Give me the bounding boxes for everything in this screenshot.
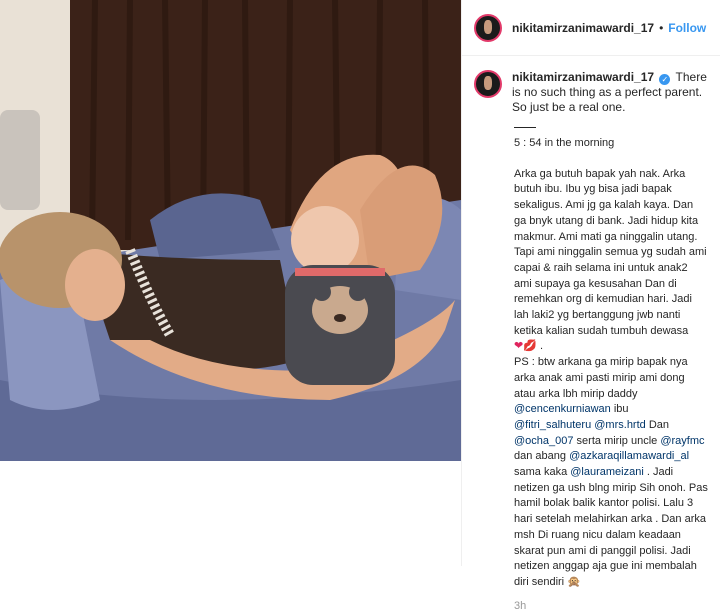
header-username[interactable]: nikitamirzanimawardi_17 [512, 21, 654, 35]
caption-text-fragment: sama kaka [514, 466, 571, 479]
verified-badge-icon: ✓ [659, 74, 671, 85]
caption-ps: PS : btw arkana ga mirip bapak nya arka … [514, 355, 708, 591]
caption-avatar[interactable] [474, 70, 502, 98]
mention-link[interactable]: @ocha_007 [514, 435, 574, 447]
mention-link[interactable]: @fitri_salhuteru [514, 419, 591, 431]
follow-button[interactable]: Follow [668, 21, 706, 35]
caption-headline: nikitamirzanimawardi_17 ✓ There is no su… [512, 70, 707, 115]
caption-body: 5 : 54 in the morning Arka ga butuh bapa… [514, 127, 708, 591]
heart-emoji-icon: ❤ [514, 340, 524, 353]
post-header: nikitamirzanimawardi_17 • Follow [462, 0, 720, 56]
post-time-ago: 3h [514, 599, 527, 612]
caption-text-fragment: Dan [645, 418, 670, 431]
mention-link[interactable]: @rayfmc [660, 435, 704, 447]
caption-ps-b: . Jadi netizen ga ush blng mirip Sih ono… [514, 466, 708, 588]
separator-dot: • [659, 20, 664, 35]
caption-username[interactable]: nikitamirzanimawardi_17 [512, 70, 654, 84]
post-photo-area [0, 0, 461, 566]
caption-text-fragment: serta mirip uncle [573, 434, 661, 447]
kiss-emoji-icon: 💋 [523, 340, 537, 353]
caption-ps-a: PS : btw arkana ga mirip bapak nya arka … [514, 356, 688, 400]
mention-link[interactable]: @azkaraqillamawardi_al [569, 450, 689, 462]
caption-divider [514, 127, 536, 128]
caption-time-line: 5 : 54 in the morning [514, 137, 615, 149]
caption-paragraph-1: Arka ga butuh bapak yah nak. Arka butuh … [514, 167, 707, 353]
caption-paragraph-1-text: Arka ga butuh bapak yah nak. Arka butuh … [514, 167, 707, 337]
mention-link[interactable]: @cencenkurniawan [514, 403, 611, 415]
avatar[interactable] [474, 13, 502, 42]
mention-link[interactable]: @laurameizani [570, 466, 644, 478]
mention-link[interactable]: @mrs.hrtd [594, 419, 646, 431]
caption-area: nikitamirzanimawardi_17 ✓ There is no su… [462, 56, 720, 612]
caption-header: nikitamirzanimawardi_17 ✓ There is no su… [474, 70, 708, 115]
instagram-post-view: nikitamirzanimawardi_17 • Follow nikitam… [0, 0, 720, 612]
post-photo[interactable] [0, 0, 461, 461]
post-side-panel: nikitamirzanimawardi_17 • Follow nikitam… [461, 0, 720, 612]
caption-text-fragment: dan abang [514, 450, 570, 463]
caption-text-fragment: ibu [610, 403, 629, 416]
monkey-emoji-icon: 🙊 [567, 575, 581, 588]
